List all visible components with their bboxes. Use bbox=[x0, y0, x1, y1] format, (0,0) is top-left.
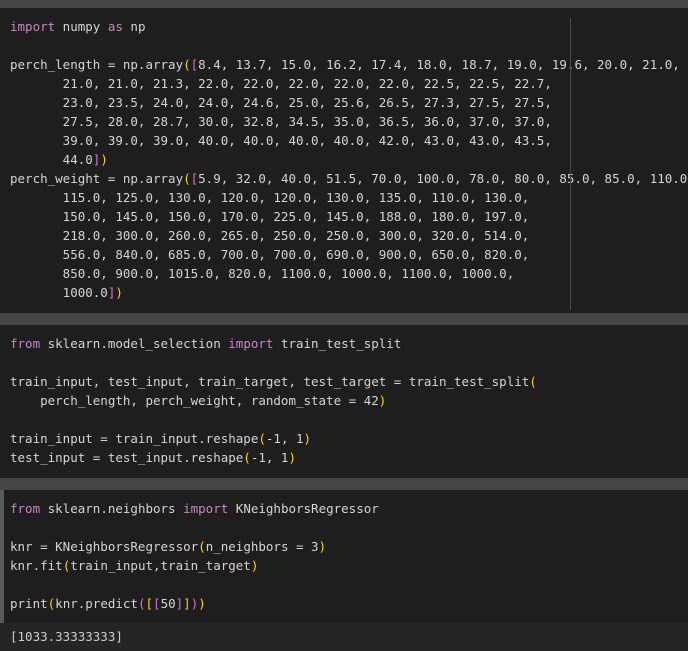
code-text: perch_length, perch_weight, random_state… bbox=[10, 393, 379, 408]
keyword: from bbox=[10, 501, 41, 516]
keyword: as bbox=[107, 19, 123, 34]
code-text: train_input = train_input.reshape bbox=[10, 431, 259, 446]
code-line: 556.0, 840.0, 685.0, 700.0, 700.0, 690.0… bbox=[10, 247, 530, 262]
code-cell-1[interactable]: import numpy as np perch_length = np.arr… bbox=[0, 8, 688, 313]
code-line: 27.5, 28.0, 28.7, 30.0, 32.8, 34.5, 35.0… bbox=[10, 114, 552, 129]
keyword: import bbox=[10, 19, 56, 34]
bracket: [ bbox=[153, 596, 161, 611]
bracket: ( bbox=[198, 539, 206, 554]
code-text: perch_length = np.array bbox=[10, 57, 184, 72]
code-text: 5.9, 32.0, 40.0, 51.5, 70.0, 100.0, 78.0… bbox=[198, 171, 688, 186]
code-text: knr.predict bbox=[55, 596, 138, 611]
code-line: 850.0, 900.0, 1015.0, 820.0, 1100.0, 100… bbox=[10, 266, 515, 281]
keyword: import bbox=[183, 501, 229, 516]
code-text: train_input, test_input, train_target, t… bbox=[10, 374, 530, 389]
bracket: ( bbox=[183, 57, 191, 72]
bracket: ) bbox=[198, 596, 206, 611]
code-text: np bbox=[122, 19, 146, 34]
bracket: ( bbox=[243, 450, 251, 465]
cell-gap bbox=[0, 0, 688, 8]
code-line: 23.0, 23.5, 24.0, 24.0, 24.6, 25.0, 25.6… bbox=[10, 95, 552, 110]
code-line: train_input, test_input, train_target, t… bbox=[10, 372, 688, 391]
bracket: ] bbox=[183, 596, 191, 611]
code-text: -1, 1 bbox=[265, 431, 304, 446]
code-text: 50 bbox=[160, 596, 176, 611]
keyword: import bbox=[228, 336, 274, 351]
code-text: n_neighbors = 3 bbox=[205, 539, 319, 554]
code-text: -1, 1 bbox=[250, 450, 289, 465]
code-line: 115.0, 125.0, 130.0, 120.0, 120.0, 130.0… bbox=[10, 190, 530, 205]
cell-gap bbox=[0, 478, 688, 490]
code-text: 44.0 bbox=[10, 152, 93, 167]
code-line: print(knr.predict([[50]])) bbox=[10, 594, 688, 613]
bracket: ( bbox=[183, 171, 191, 186]
code-line: knr.fit(train_input,train_target) bbox=[10, 556, 688, 575]
code-line: 1000.0]) bbox=[10, 283, 688, 302]
code-line: train_input = train_input.reshape(-1, 1) bbox=[10, 429, 688, 448]
code-line: 44.0]) bbox=[10, 150, 688, 169]
keyword: from bbox=[10, 336, 41, 351]
code-text: knr = KNeighborsRegressor bbox=[10, 539, 199, 554]
code-line: knr = KNeighborsRegressor(n_neighbors = … bbox=[10, 537, 688, 556]
code-line: import numpy as np bbox=[10, 17, 688, 36]
code-text: knr.fit bbox=[10, 558, 63, 573]
code-line: 150.0, 145.0, 150.0, 170.0, 225.0, 145.0… bbox=[10, 209, 530, 224]
code-text: 1000.0 bbox=[10, 285, 108, 300]
code-line: test_input = test_input.reshape(-1, 1) bbox=[10, 448, 688, 467]
code-line: perch_length = np.array([8.4, 13.7, 15.0… bbox=[10, 55, 688, 74]
code-text: 8.4, 13.7, 15.0, 16.2, 17.4, 18.0, 18.7,… bbox=[198, 57, 680, 72]
cell-gap bbox=[0, 313, 688, 325]
bracket: ) bbox=[303, 431, 312, 446]
code-line: 218.0, 300.0, 260.0, 265.0, 250.0, 250.0… bbox=[10, 228, 530, 243]
bracket: ) bbox=[288, 450, 296, 465]
code-text: print bbox=[10, 596, 48, 611]
code-line: 21.0, 21.0, 21.3, 22.0, 22.0, 22.0, 22.0… bbox=[10, 76, 552, 91]
code-text: test_input = test_input.reshape bbox=[10, 450, 244, 465]
code-text: train_test_split bbox=[273, 336, 402, 351]
code-text: sklearn.model_selection bbox=[40, 336, 229, 351]
code-cell-2[interactable]: from sklearn.model_selection import trai… bbox=[0, 325, 688, 478]
bracket: [ bbox=[145, 596, 154, 611]
code-line: from sklearn.model_selection import trai… bbox=[10, 334, 688, 353]
bracket: ( bbox=[529, 374, 537, 389]
code-text: perch_weight = np.array bbox=[10, 171, 184, 186]
code-text: sklearn.neighbors bbox=[40, 501, 184, 516]
code-line: from sklearn.neighbors import KNeighbors… bbox=[10, 499, 688, 518]
notebook: import numpy as np perch_length = np.arr… bbox=[0, 0, 688, 651]
bracket: ( bbox=[258, 431, 266, 446]
bracket: ( bbox=[137, 596, 146, 611]
code-text: train_input,train_target bbox=[70, 558, 251, 573]
line-length-ruler bbox=[570, 18, 571, 310]
code-cell-3[interactable]: from sklearn.neighbors import KNeighbors… bbox=[0, 490, 688, 623]
bracket: ) bbox=[318, 539, 327, 554]
code-line: 39.0, 39.0, 39.0, 40.0, 40.0, 40.0, 40.0… bbox=[10, 133, 552, 148]
code-line: perch_weight = np.array([5.9, 32.0, 40.0… bbox=[10, 169, 688, 188]
bracket: ) bbox=[378, 393, 387, 408]
bracket: ) bbox=[100, 152, 108, 167]
code-text: KNeighborsRegressor bbox=[228, 501, 379, 516]
code-line: perch_length, perch_weight, random_state… bbox=[10, 391, 688, 410]
bracket: ) bbox=[250, 558, 259, 573]
cell-output: [1033.33333333] bbox=[0, 623, 688, 651]
code-text: numpy bbox=[55, 19, 108, 34]
bracket: ) bbox=[115, 285, 123, 300]
